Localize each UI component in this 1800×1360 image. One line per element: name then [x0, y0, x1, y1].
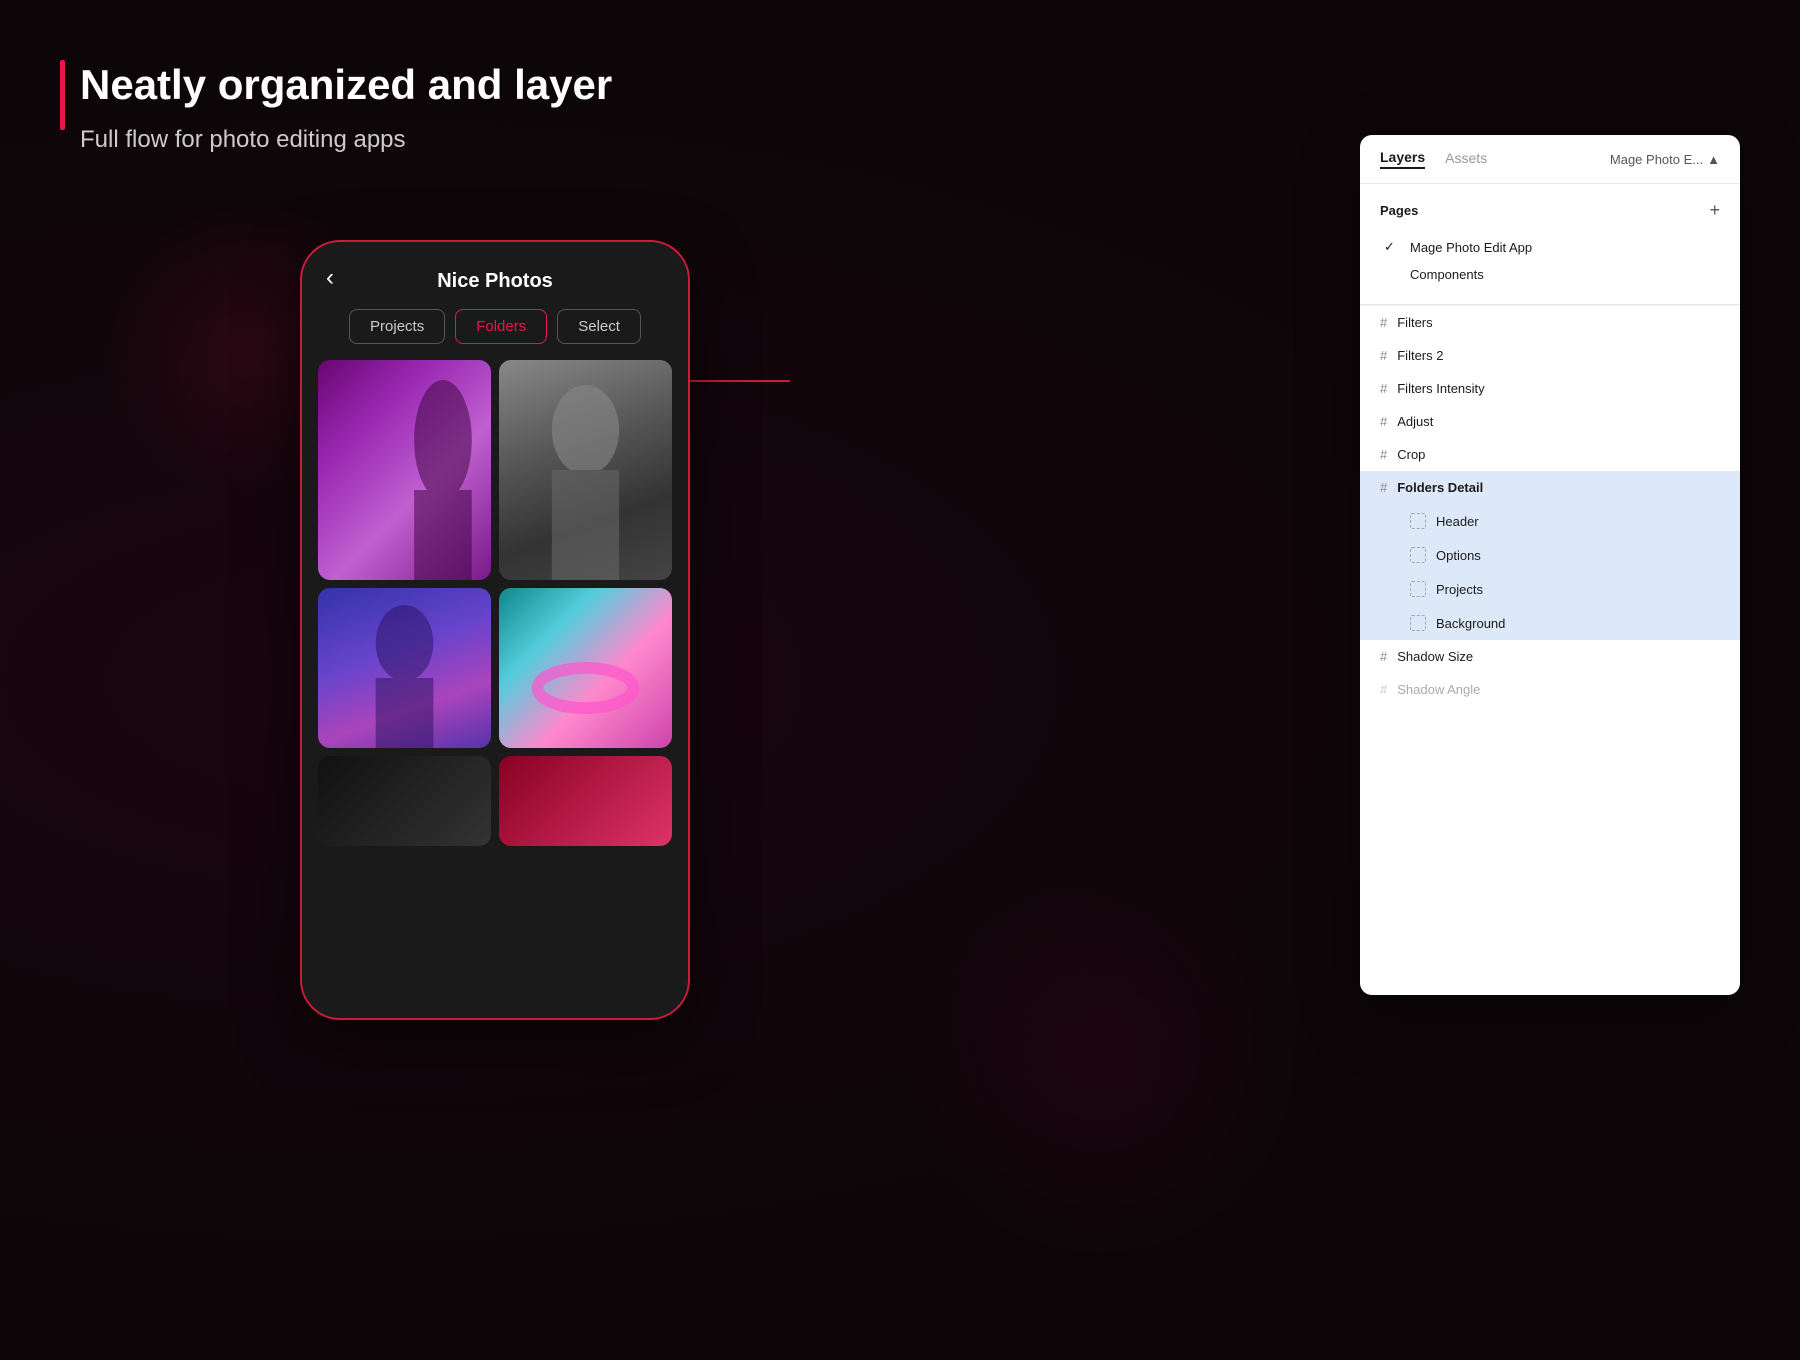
layer-adjust[interactable]: # Adjust [1360, 405, 1740, 438]
back-button[interactable]: ‹ [326, 264, 334, 292]
tab-folders[interactable]: Folders [455, 309, 547, 344]
hash-icon: # [1380, 682, 1387, 697]
phone-mockup-container: ‹ Nice Photos Projects Folders Select [300, 240, 690, 1020]
figma-file-name: Mage Photo E... [1610, 152, 1703, 167]
figma-pages-section: Pages + ✓ Mage Photo Edit App Components [1360, 184, 1740, 305]
add-page-button[interactable]: + [1709, 200, 1720, 221]
page-name-components: Components [1410, 267, 1484, 282]
photo-girl-neon-img [318, 588, 491, 748]
dashed-frame-icon [1410, 581, 1426, 597]
layer-background[interactable]: Background [1360, 606, 1740, 640]
tab-select[interactable]: Select [557, 309, 641, 344]
phone-tab-bar: Projects Folders Select [302, 309, 688, 360]
layer-shadow-angle[interactable]: # Shadow Angle [1360, 673, 1740, 706]
hash-icon: # [1380, 348, 1387, 363]
photo-cell-6 [499, 756, 672, 846]
main-subheadline: Full flow for photo editing apps [60, 126, 612, 154]
dashed-frame-icon [1410, 513, 1426, 529]
layer-filters-intensity[interactable]: # Filters Intensity [1360, 372, 1740, 405]
hash-icon: # [1380, 315, 1387, 330]
check-icon: ✓ [1384, 239, 1400, 255]
layer-label: Folders Detail [1397, 480, 1483, 495]
layer-projects[interactable]: Projects [1360, 572, 1740, 606]
main-headline: Neatly organized and layer [60, 60, 612, 110]
phone-header: ‹ Nice Photos [302, 242, 688, 309]
left-content-section: Neatly organized and layer Full flow for… [60, 60, 612, 154]
layer-label: Filters 2 [1397, 348, 1443, 363]
hash-icon: # [1380, 381, 1387, 396]
photo-cell-2 [499, 360, 672, 580]
figma-tab-bar: Layers Assets Mage Photo E... ▲ [1360, 135, 1740, 184]
accent-bar-decoration [60, 60, 65, 130]
layer-label: Shadow Angle [1397, 682, 1480, 697]
tab-projects[interactable]: Projects [349, 309, 445, 344]
photo-cell-4 [499, 588, 672, 748]
page-item-components[interactable]: Components [1380, 261, 1720, 288]
layer-label: Filters Intensity [1397, 381, 1484, 396]
layer-shadow-size[interactable]: # Shadow Size [1360, 640, 1740, 673]
layer-label: Projects [1436, 582, 1483, 597]
layer-label: Shadow Size [1397, 649, 1473, 664]
layer-label: Adjust [1397, 414, 1433, 429]
photo-cell-1 [318, 360, 491, 580]
layer-header[interactable]: Header [1360, 504, 1740, 538]
layer-label: Filters [1397, 315, 1432, 330]
layer-label: Crop [1397, 447, 1425, 462]
hash-icon: # [1380, 414, 1387, 429]
figma-tab-layers[interactable]: Layers [1380, 149, 1425, 169]
bg-decoration-2 [900, 860, 1300, 1260]
layer-label: Options [1436, 548, 1481, 563]
page-name-main: Mage Photo Edit App [1410, 240, 1532, 255]
photo-woman-dark-img [499, 360, 672, 580]
layer-folders-detail[interactable]: # Folders Detail [1360, 471, 1740, 504]
dashed-frame-icon [1410, 547, 1426, 563]
figma-layers-panel: Layers Assets Mage Photo E... ▲ Pages + … [1360, 135, 1740, 995]
phone-screen-title: Nice Photos [437, 270, 553, 293]
photo-purple-curtain-img [318, 360, 491, 580]
hash-icon: # [1380, 447, 1387, 462]
photo-neon-ring-img [499, 588, 672, 748]
layer-filters-2[interactable]: # Filters 2 [1360, 339, 1740, 372]
figma-file-dropdown[interactable]: Mage Photo E... ▲ [1610, 152, 1720, 167]
hash-icon: # [1380, 649, 1387, 664]
layer-label: Background [1436, 616, 1505, 631]
figma-pages-header: Pages + [1380, 200, 1720, 221]
photo-cell-3 [318, 588, 491, 748]
figma-tab-assets[interactable]: Assets [1445, 150, 1487, 168]
hash-icon: # [1380, 480, 1387, 495]
layer-options[interactable]: Options [1360, 538, 1740, 572]
phone-bottom-photos [302, 756, 688, 846]
layer-crop[interactable]: # Crop [1360, 438, 1740, 471]
layers-list: # Filters # Filters 2 # Filters Intensit… [1360, 305, 1740, 706]
layer-label: Header [1436, 514, 1479, 529]
phone-device: ‹ Nice Photos Projects Folders Select [300, 240, 690, 1020]
chevron-up-icon: ▲ [1707, 152, 1720, 167]
pages-title: Pages [1380, 203, 1418, 218]
page-item-main[interactable]: ✓ Mage Photo Edit App [1380, 233, 1720, 261]
photo-grid [302, 360, 688, 748]
dashed-frame-icon [1410, 615, 1426, 631]
layer-filters[interactable]: # Filters [1360, 305, 1740, 339]
photo-cell-5 [318, 756, 491, 846]
